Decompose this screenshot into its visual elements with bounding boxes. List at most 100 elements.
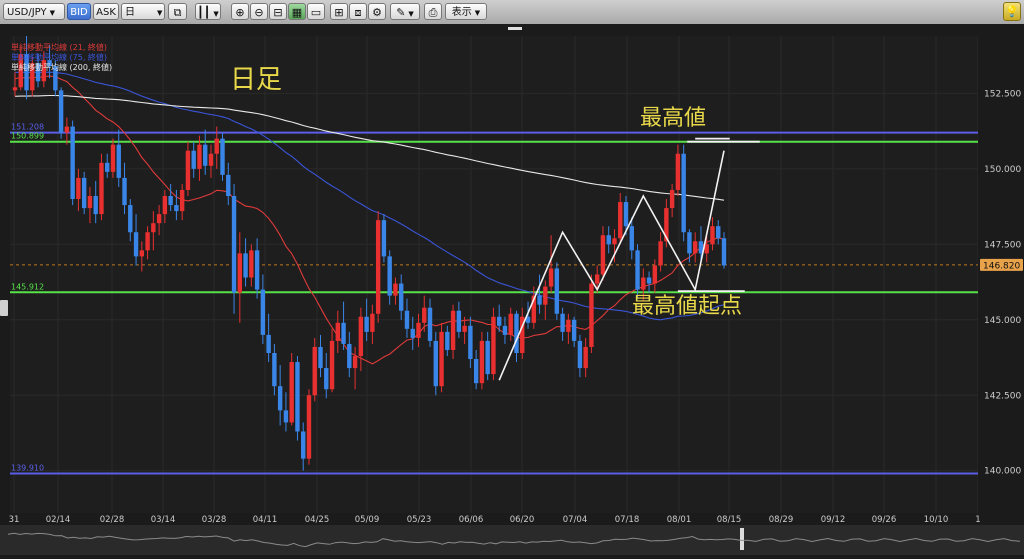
candle-body — [508, 313, 513, 335]
price-chart: 151.208150.899 145.912 139.910 140.000 142.… — [0, 24, 1024, 555]
candle-body — [485, 340, 490, 375]
x-tick-label: 08/15 — [717, 515, 742, 525]
chart-type-icon[interactable]: ┃┃ ▼ — [195, 3, 221, 20]
x-tick-label: 07/18 — [615, 515, 640, 525]
candle-body — [589, 283, 594, 347]
candle-body — [185, 150, 191, 190]
x-tick-label: 04/11 — [253, 515, 278, 525]
panel-handle[interactable] — [508, 27, 522, 30]
candle-body — [58, 90, 64, 133]
candle-body — [329, 340, 335, 390]
display-menu-button[interactable]: 表示 ▼ — [445, 3, 487, 20]
candle-body — [208, 153, 214, 166]
x-tick-label: 03/14 — [151, 515, 176, 525]
x-tick-label: 08/01 — [667, 515, 692, 525]
x-tick-label: 03/28 — [202, 515, 227, 525]
candle-body — [122, 177, 127, 206]
link-icon[interactable]: ⧉ — [168, 3, 187, 20]
scroll-reset-icon[interactable]: ⊟ — [269, 3, 287, 20]
candle-body — [716, 226, 721, 239]
candle-body — [612, 238, 617, 245]
candle-body — [721, 238, 727, 266]
candle-body — [387, 256, 392, 296]
candle-body — [70, 126, 75, 200]
candle-body — [289, 362, 294, 423]
candle-body — [145, 232, 150, 251]
ask-button[interactable]: ASK — [93, 3, 119, 20]
zoom-in-icon[interactable]: ⊕ — [231, 3, 249, 20]
candle-body — [220, 138, 225, 175]
candle-body — [370, 313, 375, 332]
chevron-down-icon: ▼ — [157, 9, 163, 17]
candle-body — [174, 205, 179, 212]
display-label: 表示 — [451, 7, 472, 18]
navigator-handle[interactable] — [740, 528, 744, 550]
toolbar: USD/JPY ▼ BID ASK 日 ▼ ⧉ ┃┃ ▼ ⊕ ⊖ ⊟ ▦ ▭ ⊞ ⧈ … — [0, 0, 1024, 25]
candle-body — [543, 286, 548, 305]
x-tick-label: 09/26 — [872, 515, 897, 525]
lightbulb-icon[interactable]: 💡 — [1003, 2, 1021, 21]
legend-entry: 単純移動平均線 (200, 終値) — [11, 62, 112, 72]
print-icon[interactable]: ⎙ — [424, 3, 442, 20]
zoom-out-icon[interactable]: ⊖ — [250, 3, 268, 20]
candle-body — [445, 331, 450, 350]
bid-button[interactable]: BID — [67, 3, 91, 20]
candle-body — [231, 196, 237, 293]
x-axis: 31 02/14 02/28 03/14 03/28 04/11 04/25 05/09 05/… — [0, 513, 1024, 525]
candle-body — [704, 244, 709, 254]
candle-body — [646, 277, 652, 284]
candle-body — [641, 277, 646, 290]
x-tick-label: 06/06 — [459, 515, 484, 525]
candle-body — [260, 289, 266, 335]
candle-body — [226, 174, 231, 197]
candle-body — [548, 268, 554, 287]
chart-area: 151.208 150.899 145.912 139.910 140.000 142.… — [0, 24, 1024, 555]
candle-body — [687, 232, 692, 254]
x-tick-label: 04/25 — [305, 515, 330, 525]
legend-entry: 単純移動平均線 (21, 終値) — [11, 42, 107, 52]
candle-body — [618, 202, 623, 239]
candle-body — [191, 150, 196, 169]
candle-body — [162, 196, 168, 215]
timeframe-annotation: 日足 — [230, 65, 282, 95]
candle-body — [81, 177, 87, 209]
indicator-copy-icon[interactable]: ⧈ — [349, 3, 367, 20]
symbol-label: USD/JPY — [7, 7, 47, 18]
candle-body — [272, 352, 277, 387]
candle-body — [710, 226, 715, 245]
candle-body — [433, 340, 438, 387]
candle-body — [110, 144, 116, 172]
candle-body — [324, 368, 329, 390]
indicator-settings-icon[interactable]: ⚙ — [368, 3, 386, 20]
grid-icon[interactable]: ▦ — [288, 3, 306, 20]
candle-body — [462, 325, 467, 332]
window-icon[interactable]: ▭ — [307, 3, 325, 20]
candle-body — [76, 177, 81, 200]
candle-body — [151, 223, 156, 233]
candle-body — [277, 386, 283, 411]
candle-body — [249, 250, 254, 278]
candle-body — [635, 250, 640, 290]
left-scroll-handle[interactable] — [0, 300, 8, 316]
candle-body — [658, 241, 663, 266]
candle-body — [243, 253, 248, 278]
y-tick-label: 152.500 — [984, 89, 1021, 99]
candle-body — [473, 359, 479, 384]
candle-body — [203, 144, 208, 166]
legend-entry: 単純移動平均線 (75, 終値) — [11, 52, 107, 62]
pen-tool-icon[interactable]: ✎ ▼ — [390, 3, 420, 20]
candle-body — [318, 346, 323, 369]
symbol-select[interactable]: USD/JPY ▼ — [3, 3, 65, 20]
indicator-add-icon[interactable]: ⊞ — [330, 3, 348, 20]
candle-body — [669, 189, 675, 209]
candle-body — [681, 153, 686, 233]
x-tick-label: 05/09 — [355, 515, 380, 525]
candle-body — [254, 250, 260, 290]
timeframe-select[interactable]: 日 ▼ — [121, 3, 165, 20]
y-axis-background — [978, 36, 1024, 513]
candle-body — [168, 196, 173, 206]
chevron-down-icon: ▼ — [49, 9, 55, 17]
candle-body — [197, 144, 202, 169]
candle-body — [410, 328, 415, 338]
candle-body — [381, 220, 387, 257]
